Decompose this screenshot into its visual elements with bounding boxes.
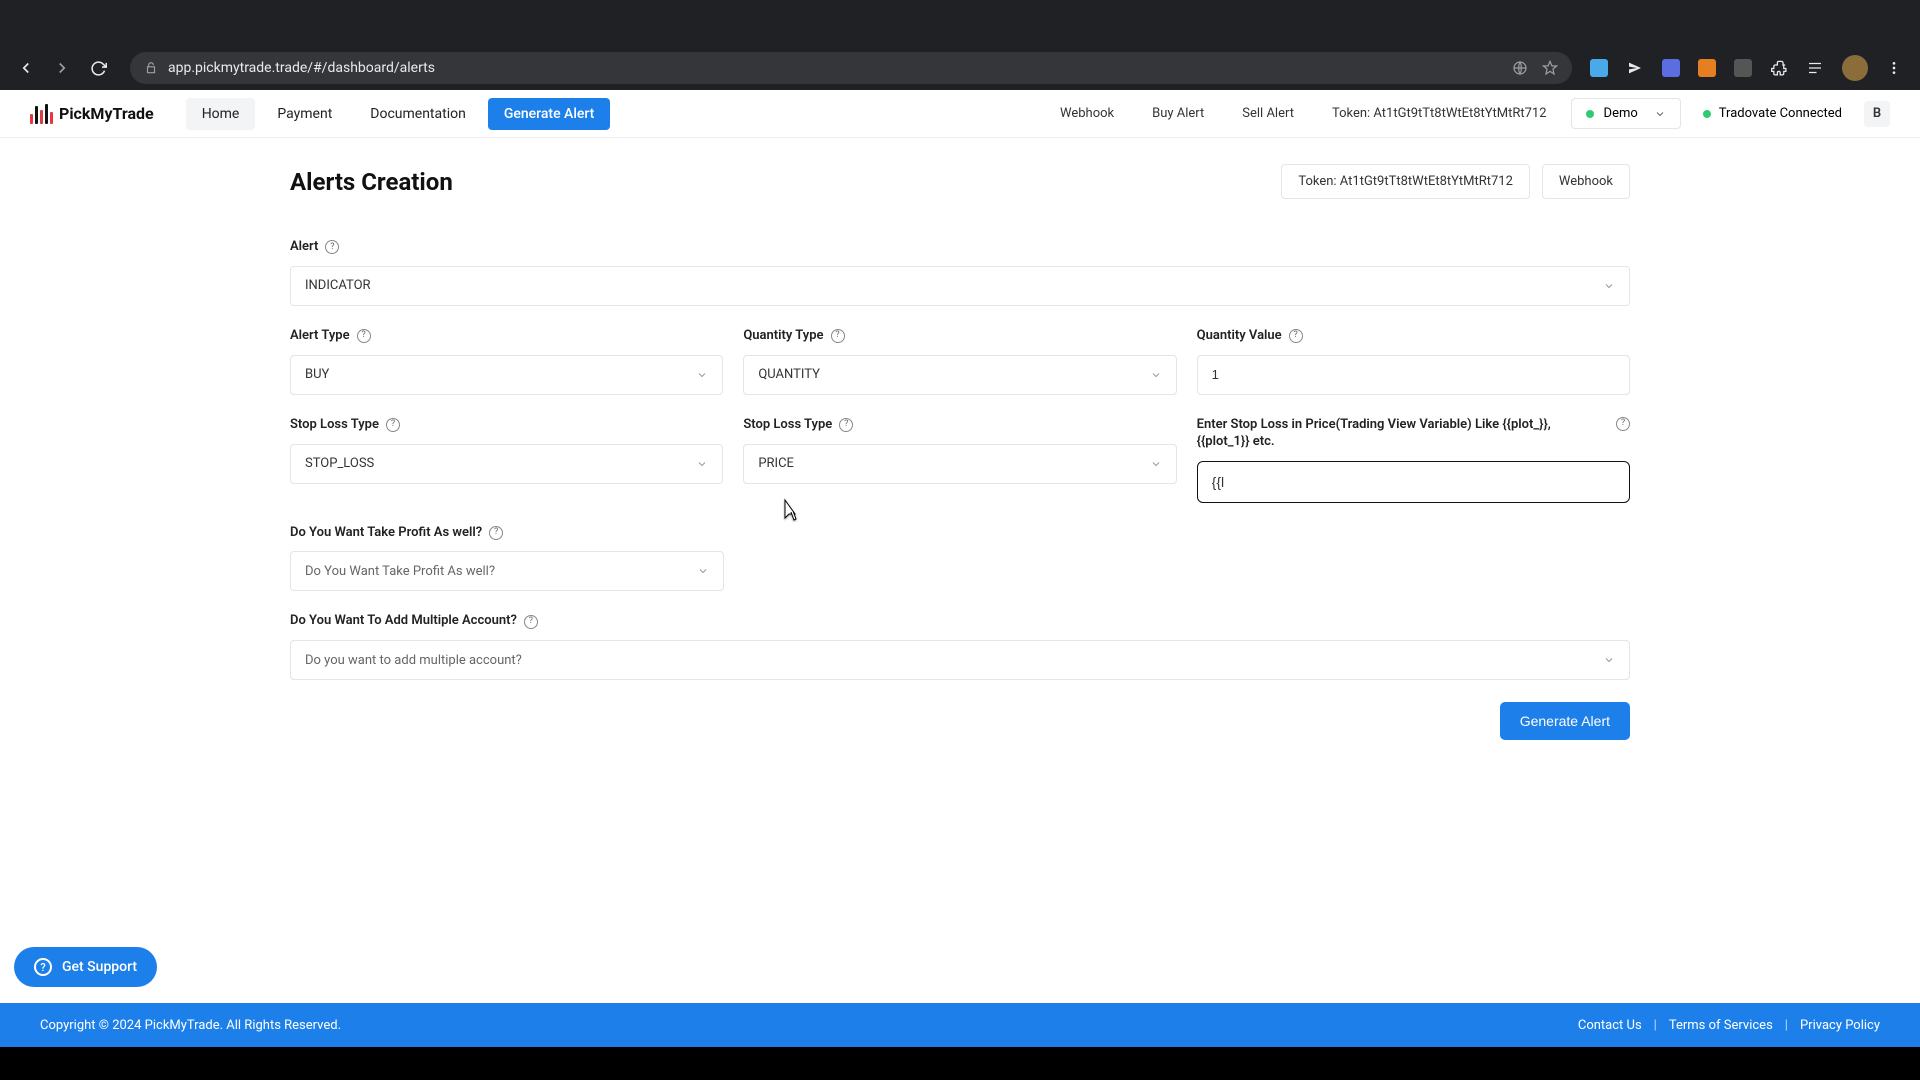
nav-buy-alert-button[interactable]: Buy Alert <box>1138 99 1218 128</box>
alert-select[interactable]: INDICATOR <box>290 266 1630 306</box>
nav-sell-alert-button[interactable]: Sell Alert <box>1228 99 1308 128</box>
chevron-down-icon <box>696 369 708 381</box>
stop-loss-type2-label: Stop Loss Type <box>743 417 832 434</box>
chevron-down-icon <box>1654 108 1666 120</box>
browser-chrome: app.pickmytrade.trade/#/dashboard/alerts <box>0 0 1920 90</box>
chevron-down-icon <box>696 458 708 470</box>
extensions-menu-icon[interactable] <box>1770 59 1788 77</box>
separator: | <box>1785 1018 1788 1033</box>
letterbox <box>0 1047 1920 1080</box>
webhook-info-box[interactable]: Webhook <box>1542 164 1630 199</box>
get-support-button[interactable]: ? Get Support <box>14 947 157 987</box>
alert-type-value: BUY <box>305 367 329 382</box>
extension-icon[interactable] <box>1698 59 1716 77</box>
brand-text: PickMyTrade <box>59 104 154 123</box>
token-readout: Token: At1tGt9tTt8tWtEt8tYtMtRt712 <box>1318 99 1561 128</box>
footer-terms-link[interactable]: Terms of Services <box>1669 1018 1773 1033</box>
mode-value: Demo <box>1604 106 1638 121</box>
url-text: app.pickmytrade.trade/#/dashboard/alerts <box>168 60 1502 76</box>
app: PickMyTrade Home Payment Documentation G… <box>0 90 1920 1047</box>
extension-icon[interactable] <box>1662 59 1680 77</box>
chevron-down-icon <box>1150 369 1162 381</box>
multi-account-value: Do you want to add multiple account? <box>305 653 522 668</box>
quantity-type-label: Quantity Type <box>743 328 823 345</box>
nav-documentation[interactable]: Documentation <box>354 98 482 130</box>
help-icon: ? <box>34 958 52 976</box>
take-profit-value: Do You Want Take Profit As well? <box>305 564 495 579</box>
reload-button[interactable] <box>84 54 112 82</box>
help-icon[interactable]: ? <box>839 418 853 432</box>
connection-text: Tradovate Connected <box>1719 106 1842 121</box>
help-icon[interactable]: ? <box>357 329 371 343</box>
site-info-icon[interactable] <box>144 61 158 75</box>
bookmark-icon[interactable] <box>1542 60 1558 76</box>
tab-strip <box>0 0 1920 46</box>
page-title: Alerts Creation <box>290 168 453 196</box>
status-dot-icon <box>1703 110 1711 118</box>
stop-loss-price-input[interactable] <box>1197 461 1630 503</box>
help-icon[interactable]: ? <box>489 526 503 540</box>
support-label: Get Support <box>62 959 137 975</box>
stop-loss-price-label: Enter Stop Loss in Price(Trading View Va… <box>1197 417 1596 451</box>
navbar: PickMyTrade Home Payment Documentation G… <box>0 90 1920 138</box>
help-icon[interactable]: ? <box>831 329 845 343</box>
brand-bars-icon <box>30 104 53 124</box>
help-icon[interactable]: ? <box>386 418 400 432</box>
footer: Copyright © 2024 PickMyTrade. All Rights… <box>0 1003 1920 1047</box>
back-button[interactable] <box>12 54 40 82</box>
generate-alert-button[interactable]: Generate Alert <box>1500 702 1630 740</box>
alert-label: Alert <box>290 239 318 256</box>
content: Alerts Creation Token: At1tGt9tTt8tWtEt8… <box>0 138 1920 1003</box>
translate-icon[interactable] <box>1512 60 1528 76</box>
help-icon[interactable]: ? <box>1289 329 1303 343</box>
connection-status: Tradovate Connected <box>1691 99 1854 128</box>
nav-payment[interactable]: Payment <box>261 98 348 130</box>
nav-home[interactable]: Home <box>186 98 256 130</box>
stop-loss-type2-value: PRICE <box>758 456 794 471</box>
help-icon[interactable]: ? <box>325 240 339 254</box>
separator: | <box>1654 1018 1657 1033</box>
alert-value: INDICATOR <box>305 278 371 293</box>
chevron-down-icon <box>1603 280 1615 292</box>
footer-copyright: Copyright © 2024 PickMyTrade. All Rights… <box>40 1018 341 1033</box>
browser-toolbar: app.pickmytrade.trade/#/dashboard/alerts <box>0 46 1920 90</box>
multi-account-label: Do You Want To Add Multiple Account? <box>290 613 517 630</box>
help-icon[interactable]: ? <box>1616 417 1630 431</box>
mode-select[interactable]: Demo <box>1571 98 1681 129</box>
extension-icon[interactable] <box>1590 59 1608 77</box>
user-badge[interactable]: B <box>1864 101 1890 127</box>
take-profit-select[interactable]: Do You Want Take Profit As well? <box>290 551 724 591</box>
token-info-box: Token: At1tGt9tTt8tWtEt8tYtMtRt712 <box>1281 164 1530 199</box>
chevron-down-icon <box>1603 654 1615 666</box>
quantity-type-select[interactable]: QUANTITY <box>743 355 1176 395</box>
help-icon[interactable]: ? <box>524 615 538 629</box>
status-dot-icon <box>1586 110 1594 118</box>
take-profit-label: Do You Want Take Profit As well? <box>290 525 482 542</box>
multi-account-select[interactable]: Do you want to add multiple account? <box>290 640 1630 680</box>
profile-avatar[interactable] <box>1842 55 1868 81</box>
url-bar[interactable]: app.pickmytrade.trade/#/dashboard/alerts <box>130 52 1572 84</box>
alert-type-select[interactable]: BUY <box>290 355 723 395</box>
extension-icon[interactable] <box>1734 59 1752 77</box>
quantity-type-value: QUANTITY <box>758 367 820 382</box>
footer-privacy-link[interactable]: Privacy Policy <box>1800 1018 1880 1033</box>
extensions-row <box>1590 55 1908 81</box>
stop-loss-type-label: Stop Loss Type <box>290 417 379 434</box>
forward-button[interactable] <box>48 54 76 82</box>
alert-type-label: Alert Type <box>290 328 350 345</box>
chevron-down-icon <box>697 565 709 577</box>
stop-loss-type-value: STOP_LOSS <box>305 456 374 471</box>
brand-logo[interactable]: PickMyTrade <box>30 104 154 124</box>
chevron-down-icon <box>1150 458 1162 470</box>
stop-loss-type2-select[interactable]: PRICE <box>743 444 1176 484</box>
reading-list-icon[interactable] <box>1806 59 1824 77</box>
stop-loss-type-select[interactable]: STOP_LOSS <box>290 444 723 484</box>
extension-icon[interactable] <box>1626 59 1644 77</box>
quantity-value-label: Quantity Value <box>1197 328 1282 345</box>
footer-contact-link[interactable]: Contact Us <box>1578 1018 1642 1033</box>
nav-webhook-button[interactable]: Webhook <box>1046 99 1128 128</box>
nav-generate-alert[interactable]: Generate Alert <box>488 98 611 130</box>
quantity-value-input[interactable] <box>1197 355 1630 395</box>
browser-menu-icon[interactable] <box>1886 60 1902 76</box>
